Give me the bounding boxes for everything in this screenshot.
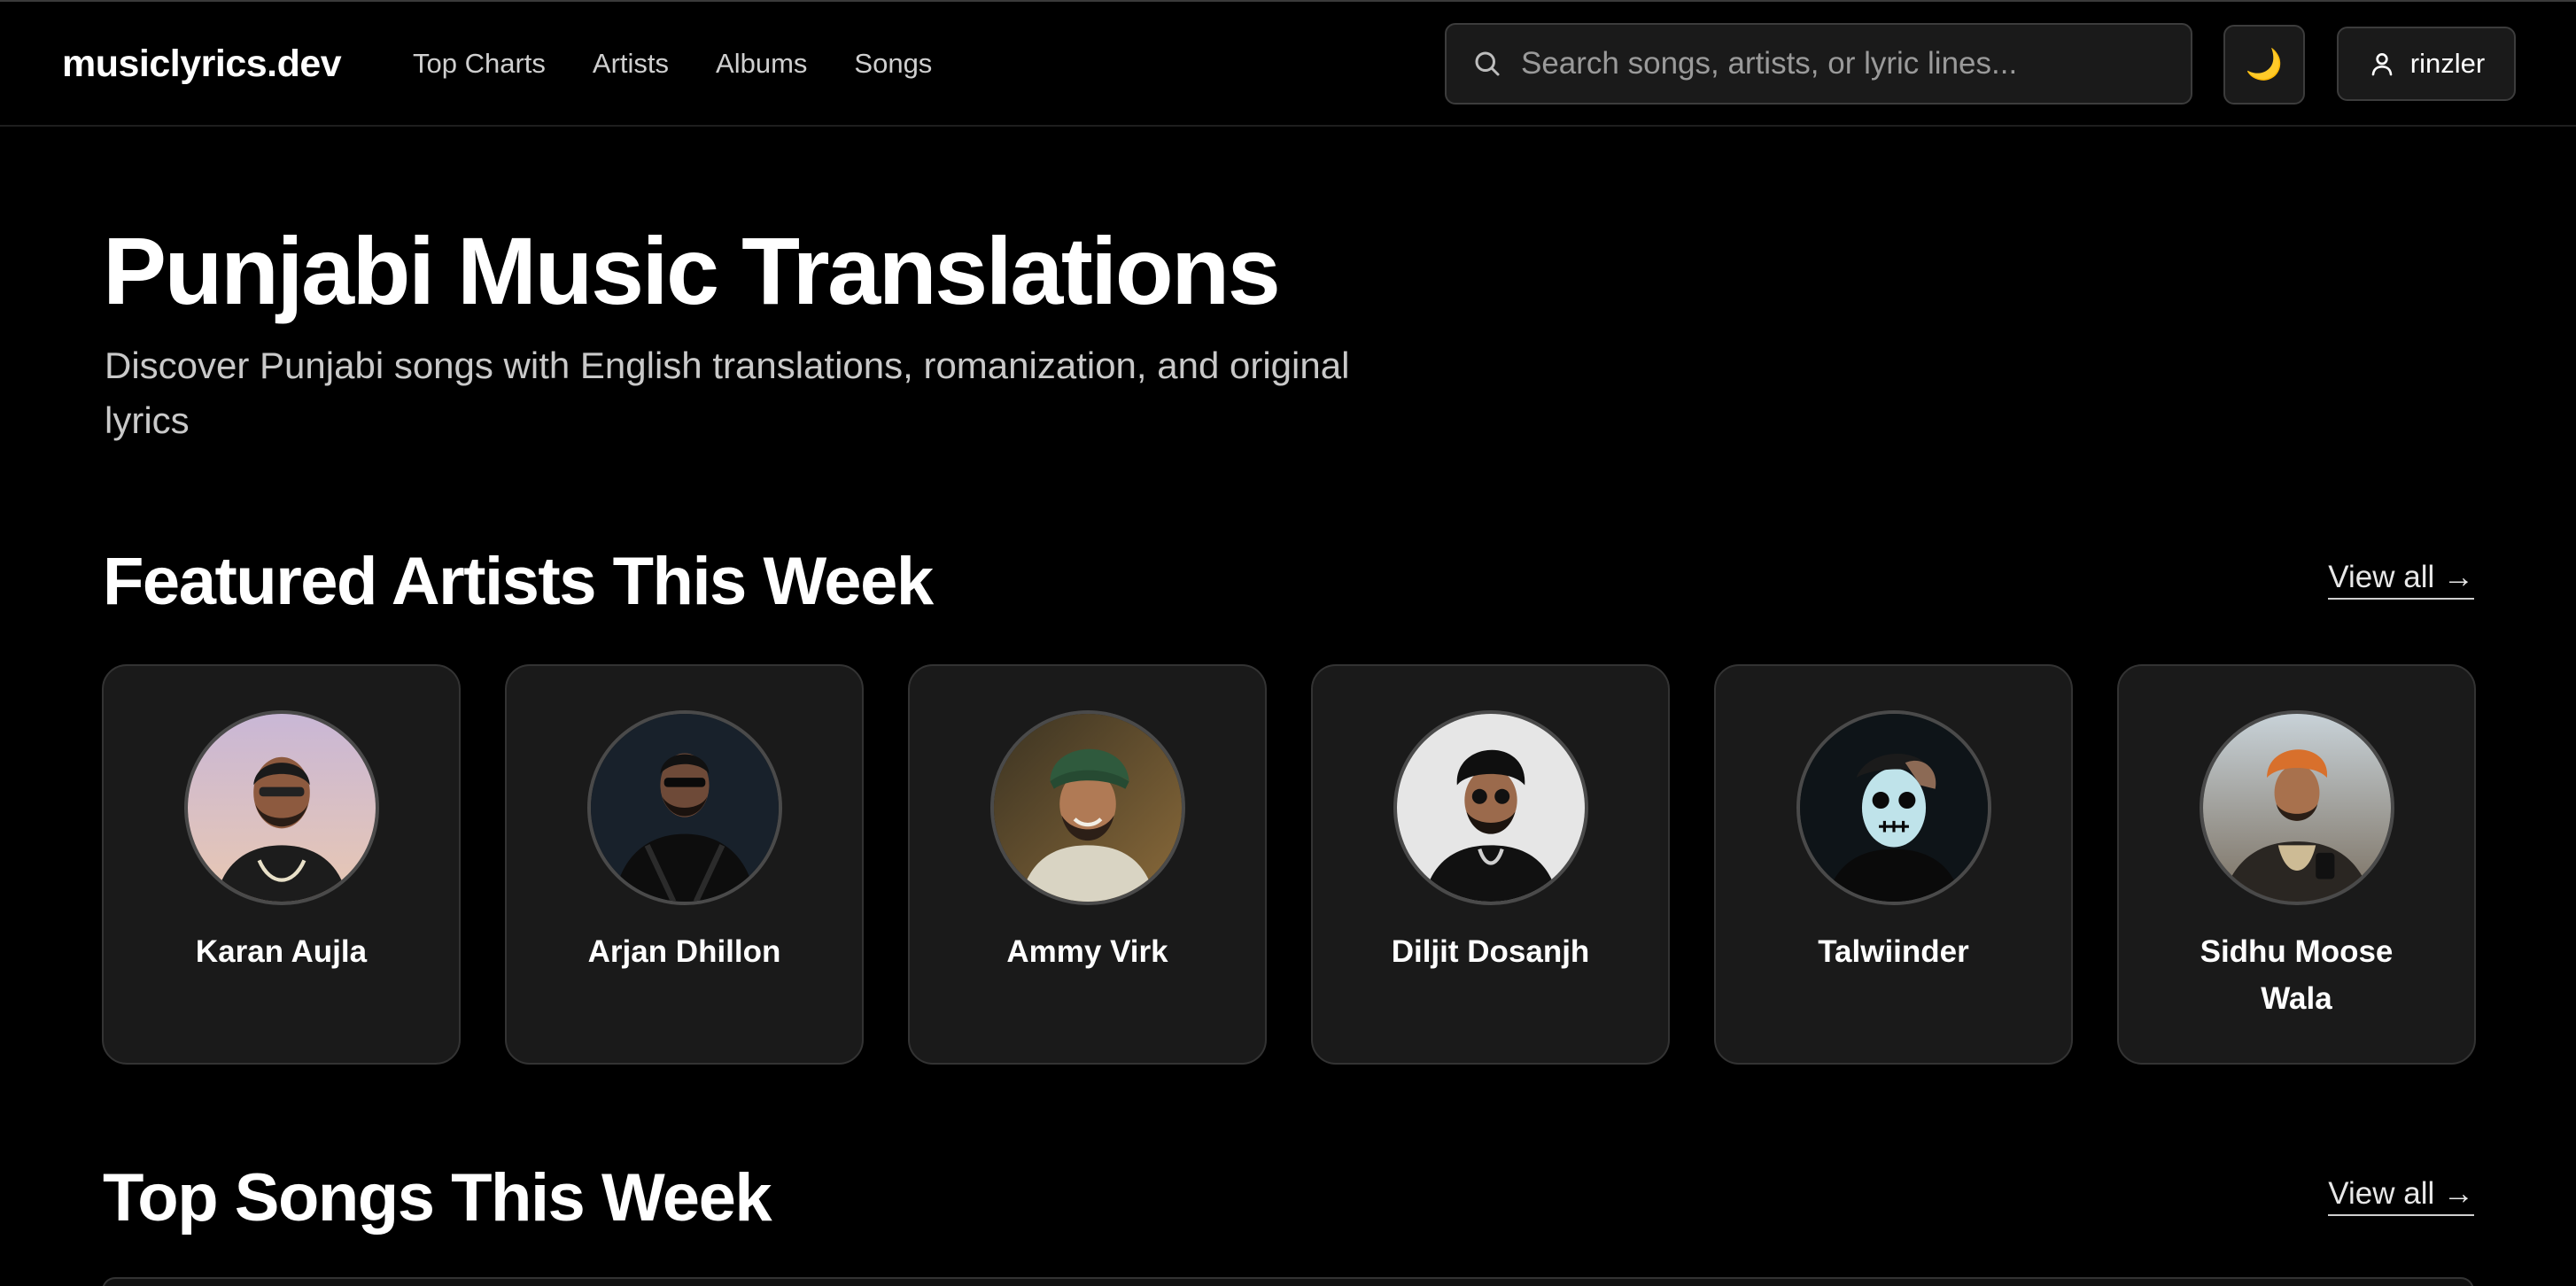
artist-avatar [989,710,1185,905]
artist-avatar [1796,710,1991,905]
top-songs-list-container [102,1277,2474,1286]
nav-top-charts[interactable]: Top Charts [413,48,546,80]
theme-toggle-button[interactable]: 🌙 [2223,25,2305,105]
nav-songs[interactable]: Songs [854,48,932,80]
artist-name: Ammy Virk [1006,934,1168,969]
nav-albums[interactable]: Albums [716,48,807,80]
artist-card[interactable]: Talwiinder [1714,664,2073,1065]
username-label: rinzler [2409,48,2486,79]
artist-card[interactable]: Karan Aujla [102,664,461,1065]
artist-avatar [1393,710,1588,905]
top-songs-heading: Top Songs This Week [103,1160,772,1236]
page-subtitle: Discover Punjabi songs with English tran… [105,345,1350,441]
site-logo[interactable]: musiclyrics.dev [62,43,342,86]
page-title: Punjabi Music Translations [103,217,1281,324]
top-songs-view-all-link[interactable]: View all → [2328,1176,2474,1216]
featured-artists-heading: Featured Artists This Week [103,544,934,619]
artist-card[interactable]: Ammy Virk [908,664,1267,1065]
main-nav: Top Charts Artists Albums Songs [413,48,979,80]
moon-icon: 🌙 [2245,48,2284,81]
page: musiclyrics.dev Top Charts Artists Album… [0,0,2576,1286]
user-icon [2368,50,2396,78]
search-input[interactable] [1521,46,2176,81]
artist-card[interactable]: Diljit Dosanjh [1311,664,1670,1065]
artist-card[interactable]: Arjan Dhillon [505,664,864,1065]
search-icon [1471,48,1503,80]
nav-artists[interactable]: Artists [593,48,669,80]
artist-name: Diljit Dosanjh [1391,934,1590,969]
artist-avatar [586,710,782,905]
featured-artists-view-all-link[interactable]: View all → [2328,560,2474,600]
artist-card[interactable]: Sidhu Moose Wala [2117,664,2476,1065]
featured-artists-grid: Karan Aujla Arjan Dhillon Ammy Virk Dilj… [102,664,2476,1065]
top-nav-bar: musiclyrics.dev Top Charts Artists Album… [0,2,2576,127]
artist-name: Talwiinder [1818,934,1969,969]
artist-name: Karan Aujla [195,934,368,969]
artist-avatar [2199,710,2394,905]
search-box[interactable] [1445,23,2192,105]
artist-name: Sidhu Moose Wala [2200,934,2394,1016]
artist-name: Arjan Dhillon [587,934,781,969]
artist-avatar [183,710,379,905]
user-menu-button[interactable]: rinzler [2337,27,2516,101]
